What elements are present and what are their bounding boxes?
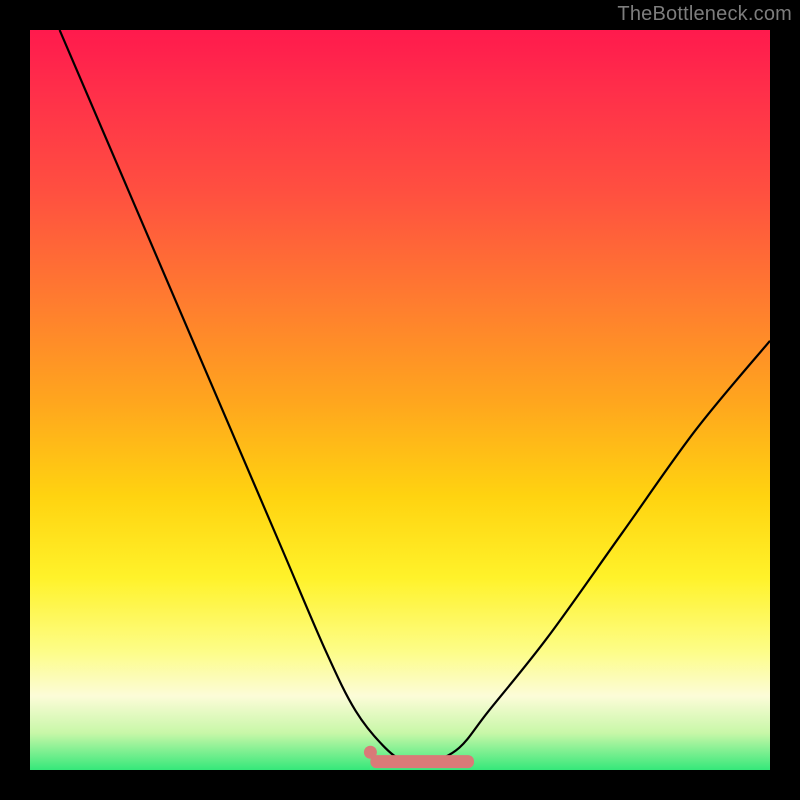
- optimal-range-band: [370, 755, 474, 768]
- start-dot: [364, 746, 377, 759]
- bottleneck-curve: [60, 30, 770, 764]
- chart-frame: TheBottleneck.com: [0, 0, 800, 800]
- chart-overlay: [30, 30, 770, 770]
- watermark-text: TheBottleneck.com: [617, 3, 792, 26]
